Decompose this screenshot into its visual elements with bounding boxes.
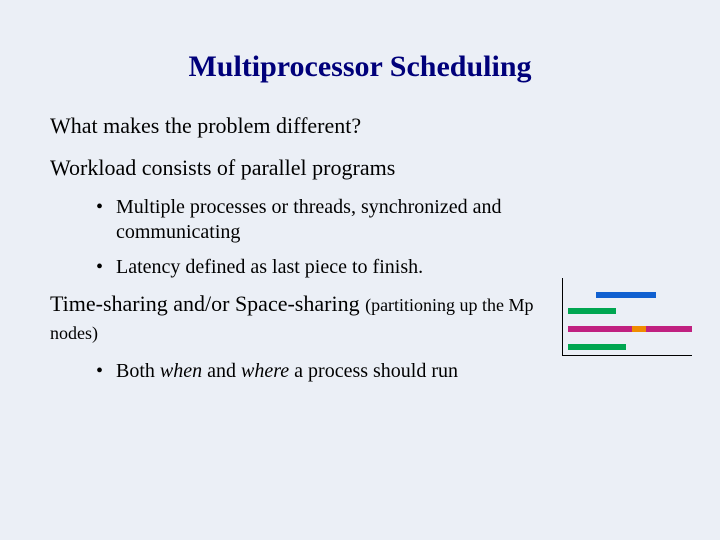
chart-segment <box>632 326 646 332</box>
bullet-when-where: Both when and where a process should run <box>90 359 670 384</box>
axis-y <box>562 278 563 356</box>
txt-when: when <box>160 360 202 382</box>
chart-segment <box>596 292 656 298</box>
txt-run: a process should run <box>289 360 458 382</box>
gantt-chart <box>562 278 692 356</box>
slide-title: Multiprocessor Scheduling <box>50 50 670 84</box>
chart-segment <box>568 308 616 314</box>
slide: Multiprocessor Scheduling What makes the… <box>0 0 720 540</box>
paragraph-workload: Workload consists of parallel programs <box>50 154 670 182</box>
txt-and: and <box>202 360 241 382</box>
paragraph-question: What makes the problem different? <box>50 112 670 140</box>
txt-where: where <box>241 360 289 382</box>
axis-x <box>562 355 692 356</box>
paragraph-sharing: Time-sharing and/or Space-sharing (parti… <box>50 290 540 345</box>
chart-segment <box>646 326 692 332</box>
bullet-latency: Latency defined as last piece to finish. <box>90 255 670 280</box>
chart-segment <box>568 344 626 350</box>
txt-both: Both <box>116 360 160 382</box>
bullet-processes: Multiple processes or threads, synchroni… <box>90 195 546 245</box>
chart-segment <box>568 326 632 332</box>
sharing-main: Time-sharing and/or Space-sharing <box>50 291 365 316</box>
